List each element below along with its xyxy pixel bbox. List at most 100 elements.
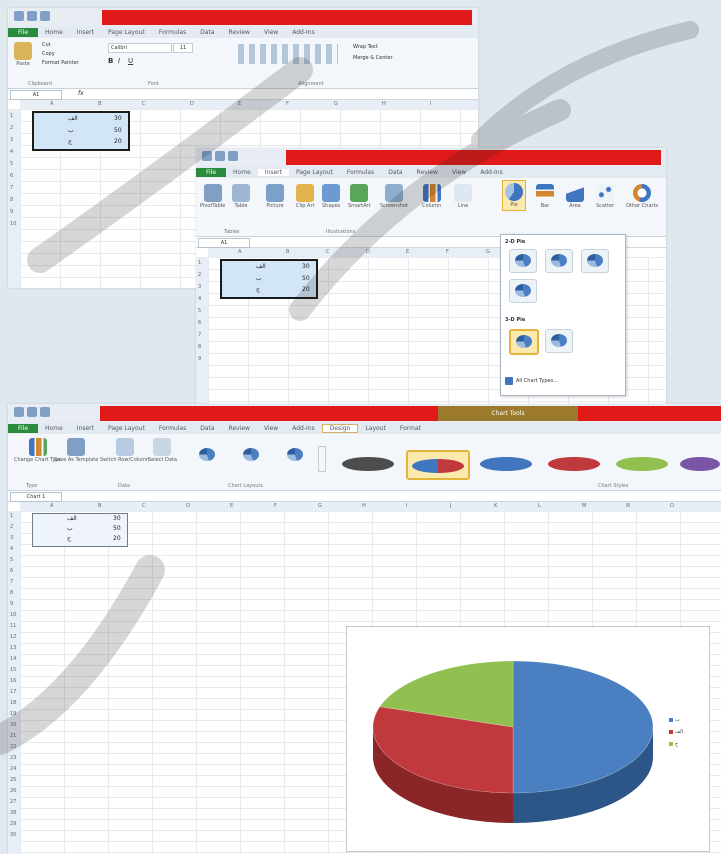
tab-add-ins[interactable]: Add-Ins — [285, 29, 321, 36]
save-as-template-button[interactable]: Save As Template — [54, 438, 98, 463]
select-data-button[interactable]: Select Data — [148, 438, 177, 463]
row-header[interactable]: 1 — [198, 260, 201, 266]
all-chart-types-link[interactable]: All Chart Types... — [505, 377, 558, 385]
row-header[interactable]: 5 — [198, 308, 201, 314]
bar-chart-button[interactable]: Bar — [536, 184, 554, 209]
tab-format[interactable]: Format — [393, 425, 428, 432]
tab-review[interactable]: Review — [222, 425, 257, 432]
row-header[interactable]: 18 — [10, 700, 16, 706]
row-header[interactable]: 11 — [10, 623, 16, 629]
column-header[interactable]: H — [382, 101, 386, 107]
row-header[interactable]: 4 — [10, 149, 13, 155]
column-header[interactable]: E — [406, 249, 409, 255]
font-name-box[interactable]: Calibri — [108, 43, 172, 53]
column-header[interactable]: N — [626, 503, 630, 509]
column-header[interactable]: A — [50, 503, 53, 509]
row-header[interactable]: 6 — [10, 173, 13, 179]
bar-of-pie-option[interactable] — [509, 279, 537, 303]
column-header[interactable]: B — [98, 101, 101, 107]
clip-art-button[interactable]: Clip Art — [296, 184, 314, 209]
row-header[interactable]: 27 — [10, 799, 16, 805]
name-box[interactable]: A1 — [198, 238, 250, 248]
column-header[interactable]: D — [186, 503, 190, 509]
area-chart-button[interactable]: Area — [566, 184, 584, 209]
column-header[interactable]: D — [366, 249, 370, 255]
row-header[interactable]: 9 — [198, 356, 201, 362]
tab-file[interactable]: File — [8, 27, 39, 37]
legend-entry[interactable]: ب — [669, 717, 680, 723]
selected-range[interactable]: الف 30 ب 50 ج 20 — [32, 111, 130, 151]
chart-layout-3[interactable] — [282, 444, 308, 466]
row-header[interactable]: 5 — [10, 557, 13, 563]
pie-of-pie-option[interactable] — [581, 249, 609, 273]
tab-add-ins[interactable]: Add-Ins — [285, 425, 321, 432]
tab-view[interactable]: View — [445, 169, 473, 176]
other-charts-button[interactable]: Other Charts — [626, 184, 658, 209]
selected-range[interactable]: الف 30 ب 50 ج 20 — [220, 259, 318, 299]
row-header[interactable]: 2 — [10, 125, 13, 131]
column-header[interactable]: G — [334, 101, 338, 107]
chart-legend[interactable]: ب الف ج — [667, 717, 707, 767]
tab-file[interactable]: File — [8, 423, 39, 433]
tab-home[interactable]: Home — [38, 425, 70, 432]
row-header[interactable]: 26 — [10, 788, 16, 794]
column-header[interactable]: F — [446, 249, 449, 255]
format-painter-button[interactable]: Format Painter — [42, 60, 79, 66]
row-header[interactable]: 21 — [10, 733, 16, 739]
row-header[interactable]: 3 — [10, 535, 13, 541]
line-chart-button[interactable]: Line — [454, 184, 472, 209]
row-header[interactable]: 9 — [10, 601, 13, 607]
row-header[interactable]: 24 — [10, 766, 16, 772]
row-header[interactable]: 7 — [10, 579, 13, 585]
screenshot-button[interactable]: Screenshot — [380, 184, 408, 209]
tab-insert[interactable]: Insert — [70, 425, 101, 432]
italic-button[interactable]: I — [118, 57, 120, 65]
column-header[interactable]: D — [190, 101, 194, 107]
row-header[interactable]: 2 — [198, 272, 201, 278]
column-header[interactable]: M — [582, 503, 586, 509]
column-header[interactable]: C — [142, 503, 146, 509]
tab-formulas[interactable]: Formulas — [152, 29, 193, 36]
row-header[interactable]: 13 — [10, 645, 16, 651]
tab-file[interactable]: File — [196, 167, 227, 177]
row-header[interactable]: 14 — [10, 656, 16, 662]
align-buttons[interactable] — [238, 44, 338, 64]
switch-row-column-button[interactable]: Switch Row/Column — [100, 438, 149, 463]
smartart-button[interactable]: SmartArt — [348, 184, 371, 209]
column-header[interactable]: K — [494, 503, 497, 509]
column-header[interactable]: J — [450, 503, 451, 509]
column-header[interactable]: A — [50, 101, 53, 107]
chart-layouts-scroll[interactable] — [318, 446, 326, 472]
column-header[interactable]: B — [98, 503, 101, 509]
column-header[interactable]: G — [486, 249, 490, 255]
row-header[interactable]: 25 — [10, 777, 16, 783]
column-header[interactable]: C — [142, 101, 146, 107]
tab-home[interactable]: Home — [226, 169, 258, 176]
pie-chart-button[interactable]: Pie — [502, 180, 526, 211]
underline-button[interactable]: U — [128, 57, 133, 65]
row-header[interactable]: 19 — [10, 711, 16, 717]
tab-data[interactable]: Data — [193, 425, 221, 432]
column-header[interactable]: G — [318, 503, 322, 509]
tab-insert[interactable]: Insert — [257, 168, 289, 176]
column-header[interactable]: B — [286, 249, 289, 255]
tab-data[interactable]: Data — [193, 29, 221, 36]
row-header[interactable]: 6 — [198, 320, 201, 326]
row-header[interactable]: 2 — [10, 524, 13, 530]
column-header[interactable]: I — [430, 101, 431, 107]
pivottable-button[interactable]: PivotTable — [200, 184, 225, 209]
row-header[interactable]: 15 — [10, 667, 16, 673]
pie-chart-plot[interactable] — [347, 627, 709, 851]
tab-insert[interactable]: Insert — [70, 29, 101, 36]
row-header[interactable]: 22 — [10, 744, 16, 750]
pie-3d-exploded-option[interactable] — [545, 329, 573, 353]
row-header[interactable]: 4 — [10, 546, 13, 552]
row-header[interactable]: 3 — [198, 284, 201, 290]
tab-add-ins[interactable]: Add-Ins — [473, 169, 509, 176]
chart-style-purple[interactable] — [676, 450, 720, 476]
row-header[interactable]: 9 — [10, 209, 13, 215]
row-header[interactable]: 16 — [10, 678, 16, 684]
row-header[interactable]: 7 — [198, 332, 201, 338]
tab-view[interactable]: View — [257, 425, 285, 432]
row-header[interactable]: 8 — [10, 197, 13, 203]
